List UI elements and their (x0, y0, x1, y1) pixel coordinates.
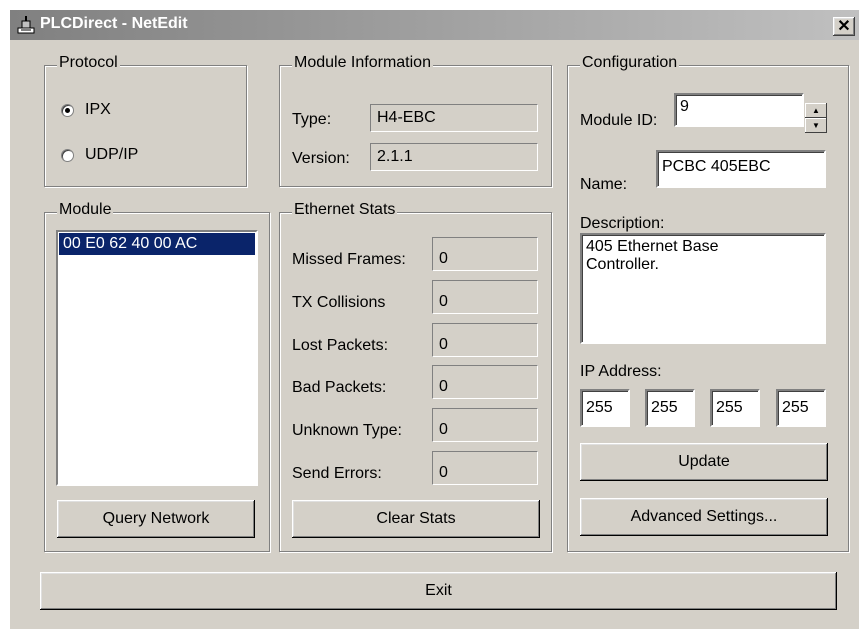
ip-octet-1[interactable]: 255 (580, 389, 630, 427)
type-value: H4-EBC (370, 104, 538, 132)
version-label: Version: (292, 150, 350, 167)
radio-selected-dot (65, 108, 70, 113)
ip-octet-3[interactable]: 255 (710, 389, 760, 427)
type-label: Type: (292, 111, 332, 128)
configuration-group: Configuration Module ID: 9 Name: PCBC 40… (567, 54, 849, 552)
module-list-item[interactable]: 00 E0 62 40 00 AC (59, 233, 255, 255)
udpip-label[interactable]: UDP/IP (85, 146, 138, 164)
ethernet-stats-legend: Ethernet Stats (292, 201, 398, 219)
module-id-spinner[interactable]: ▲ ▼ (805, 103, 827, 133)
tx-collisions-label: TX Collisions (292, 294, 386, 311)
missed-frames-value: 0 (432, 237, 538, 271)
ipx-label[interactable]: IPX (85, 101, 111, 119)
description-textarea[interactable]: 405 Ethernet Base Controller. (580, 233, 826, 344)
ip-octet-4[interactable]: 255 (776, 389, 826, 427)
update-button[interactable]: Update (580, 443, 828, 481)
lost-packets-label: Lost Packets: (292, 337, 389, 354)
query-network-button[interactable]: Query Network (57, 500, 255, 538)
title-bar: PLCDirect - NetEdit ✕ (10, 10, 859, 40)
version-value: 2.1.1 (370, 143, 538, 171)
unknown-type-value: 0 (432, 408, 538, 442)
spin-down-icon[interactable]: ▼ (805, 118, 827, 133)
send-errors-label: Send Errors: (292, 465, 382, 482)
ethernet-stats-group: Ethernet Stats Missed Frames: 0 TX Colli… (279, 201, 552, 552)
close-button[interactable]: ✕ (833, 17, 855, 36)
module-id-label: Module ID: (580, 112, 658, 129)
udpip-radio[interactable] (61, 149, 74, 162)
configuration-legend: Configuration (580, 54, 680, 72)
send-errors-value: 0 (432, 451, 538, 485)
description-label: Description: (580, 215, 665, 232)
bad-packets-label: Bad Packets: (292, 379, 387, 396)
module-info-legend: Module Information (292, 54, 433, 72)
exit-button[interactable]: Exit (40, 572, 837, 610)
name-label: Name: (580, 176, 628, 193)
module-listbox[interactable]: 00 E0 62 40 00 AC (56, 230, 258, 486)
protocol-group: Protocol IPX UDP/IP (44, 54, 247, 187)
protocol-legend: Protocol (57, 54, 120, 72)
name-input[interactable]: PCBC 405EBC (656, 150, 826, 188)
unknown-type-label: Unknown Type: (292, 422, 402, 439)
module-id-input[interactable]: 9 (674, 93, 804, 127)
ip-octet-2[interactable]: 255 (645, 389, 695, 427)
missed-frames-label: Missed Frames: (292, 251, 406, 268)
app-icon (17, 16, 35, 34)
tx-collisions-value: 0 (432, 280, 538, 314)
bad-packets-value: 0 (432, 365, 538, 399)
ipx-radio[interactable] (61, 104, 74, 117)
ip-address-label: IP Address: (580, 363, 662, 380)
clear-stats-button[interactable]: Clear Stats (292, 500, 540, 538)
module-legend: Module (57, 201, 114, 219)
module-info-group: Module Information Type: H4-EBC Version:… (279, 54, 552, 187)
lost-packets-value: 0 (432, 323, 538, 357)
netedit-window: PLCDirect - NetEdit ✕ Protocol IPX UDP/I… (10, 10, 859, 629)
spin-up-icon[interactable]: ▲ (805, 103, 827, 118)
window-title: PLCDirect - NetEdit (40, 15, 188, 32)
advanced-settings-button[interactable]: Advanced Settings... (580, 498, 828, 536)
